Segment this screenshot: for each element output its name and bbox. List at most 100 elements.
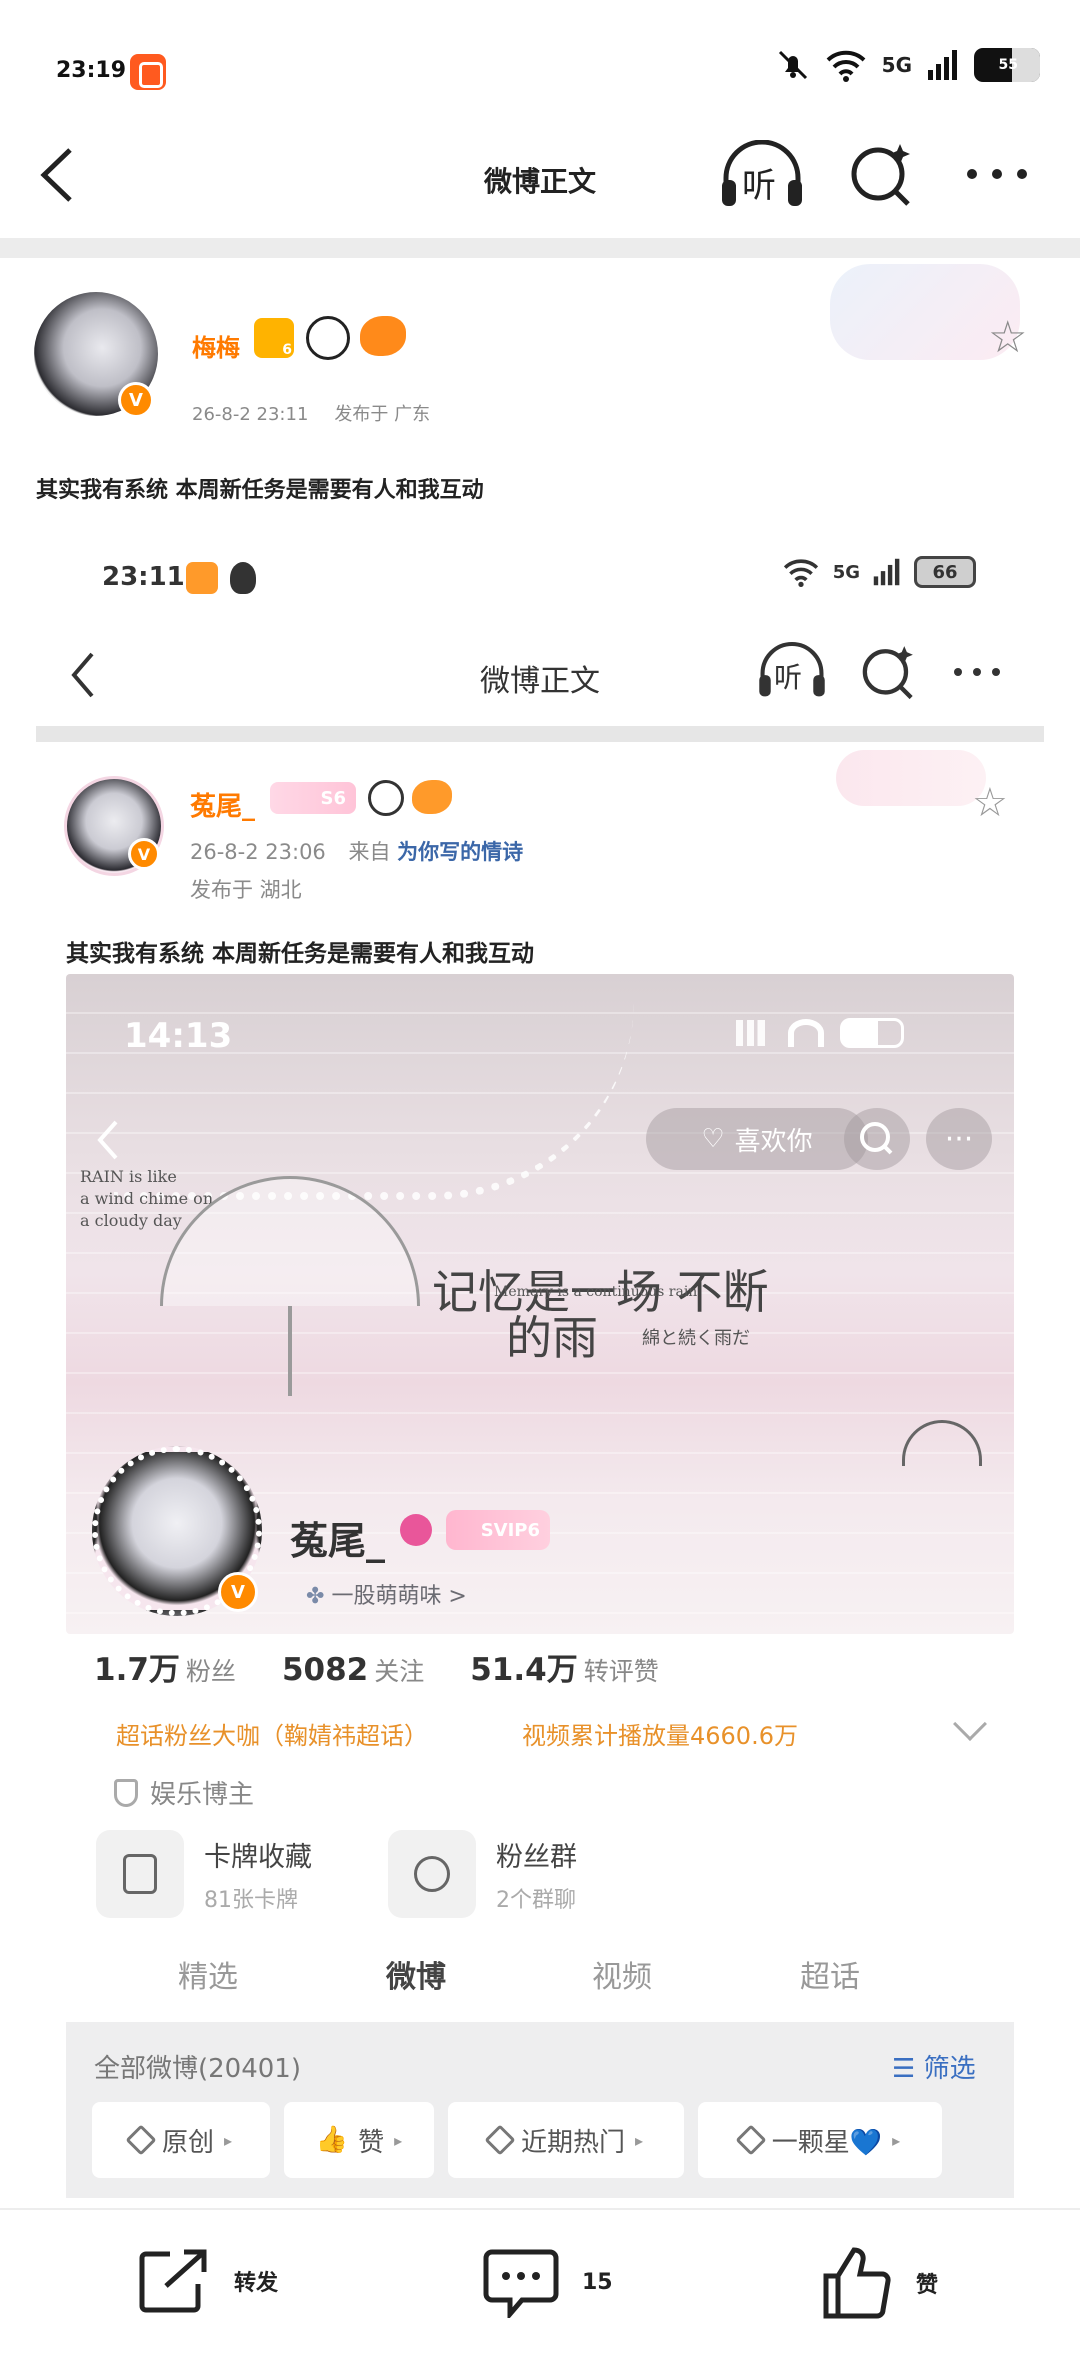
fan-title: 超话粉丝大咖（鞠婧祎超话）: [116, 1722, 428, 1750]
app-notification-icon: [130, 54, 166, 90]
embedded-post-location: 发布于 湖北: [190, 878, 302, 902]
peach-icon: ♡: [701, 1124, 725, 1154]
inner-battery-icon: [840, 1018, 904, 1048]
chip-original: 原创 ▸: [92, 2102, 270, 2178]
repost-icon: [139, 2249, 207, 2313]
inner-status-icons: [736, 1018, 904, 1048]
fish-badge-icon[interactable]: [360, 316, 406, 356]
profile-pin-icon: [400, 1514, 432, 1546]
fan-group: 粉丝群 2个群聊: [388, 1830, 577, 1918]
repost-label: 转发: [234, 2271, 279, 2296]
card-collection-icon: [96, 1830, 184, 1918]
profile-mood: ✤ 一股萌萌味 >: [306, 1584, 467, 1609]
thumb-icon: 👍: [315, 2125, 349, 2155]
chip-one-star: 一颗星💙 ▸: [698, 2102, 942, 2178]
embedded-more-icon: [954, 668, 1000, 676]
embedded-signal-icon: [873, 558, 900, 586]
slogan-line2: 的雨: [506, 1311, 598, 1365]
tab-weibo: 微博: [386, 1960, 446, 1995]
post-date: 26-8-2 23:11: [192, 404, 309, 425]
status-time: 23:19: [56, 58, 127, 83]
repost-button[interactable]: 转发: [136, 2246, 278, 2316]
listen-label: 听: [742, 166, 776, 206]
bottom-bar-divider: [0, 2208, 1080, 2210]
tab-featured: 精选: [178, 1960, 238, 1995]
embedded-verified-badge-icon: V: [128, 838, 160, 870]
favorite-star-icon[interactable]: ☆: [988, 312, 1027, 363]
embedded-author-name: 菟尾_: [190, 792, 256, 822]
inner-status-time: 14:13: [124, 1016, 233, 1056]
inner-signal-icon: [736, 1020, 772, 1046]
panda-badge-icon[interactable]: [306, 316, 350, 360]
embedded-post-date: 26-8-2 23:06: [190, 840, 326, 864]
embedded-decoration: [836, 750, 986, 806]
slogan-english: Memory is a continuous rain: [494, 1284, 698, 1300]
profile-tabs: 精选 微博 视频 超话: [0, 1952, 1080, 2002]
signal-icon: [928, 50, 957, 80]
stat-followers: 1.7万 粉丝: [94, 1652, 236, 1688]
crown-badge-icon[interactable]: 6: [254, 318, 294, 358]
chip-liked: 👍 赞 ▸: [284, 2102, 434, 2178]
post-text: 其实我有系统 本周新任务是需要有人和我互动: [36, 478, 484, 503]
embedded-wifi-icon: [783, 559, 818, 587]
stat-interactions: 51.4万 转评赞: [470, 1652, 659, 1688]
verified-badge-icon: V: [118, 382, 154, 418]
embedded-fish-badge-icon: [412, 780, 452, 814]
qq-icon: [230, 562, 256, 594]
page-title: 微博正文: [483, 165, 596, 198]
embedded-listen-icon: 听: [756, 640, 828, 702]
tab-supertopic: 超话: [800, 1960, 860, 1995]
embedded-source: 为你写的情诗: [397, 840, 524, 864]
embedded-panda-badge-icon: [368, 780, 404, 816]
inner-search-icon: [844, 1108, 910, 1170]
inner-more-icon: ···: [926, 1108, 992, 1170]
shield-icon: [114, 1778, 138, 1807]
all-posts-count: 全部微博(20401): [94, 2054, 301, 2084]
battery-indicator: 55: [974, 48, 1040, 82]
post-location: 发布于 广东: [334, 404, 431, 425]
more-button[interactable]: [962, 164, 1032, 184]
inner-back-icon: [97, 1120, 118, 1160]
play-count: 视频累计播放量4660.6万: [522, 1722, 798, 1750]
profile-category: 娱乐博主: [114, 1774, 254, 1811]
mute-icon: [778, 50, 807, 80]
embedded-page-title: 微博正文: [480, 664, 600, 699]
filter-button: ☰ 筛选: [892, 2054, 976, 2084]
stat-following: 5082 关注: [281, 1652, 425, 1688]
filter-icon: ☰: [892, 2054, 924, 2084]
comment-button[interactable]: 15: [482, 2246, 613, 2318]
section-divider: [0, 238, 1080, 258]
inner-wifi-icon: [788, 1019, 824, 1047]
embedded-star-icon: ☆: [972, 780, 1008, 826]
comment-icon: [483, 2249, 559, 2318]
embedded-source-prefix: 来自: [348, 840, 391, 864]
post-meta: 26-8-2 23:11 发布于 广东: [192, 400, 430, 426]
inner-like-button: ♡ 喜欢你: [646, 1108, 868, 1170]
umbrella-handle: [288, 1306, 292, 1396]
status-icons: 5G 55: [776, 48, 1040, 82]
wifi-icon: [826, 50, 866, 82]
embedded-post-meta: 26-8-2 23:06 来自 为你写的情诗: [190, 836, 523, 866]
clover-icon: ✤: [306, 1584, 332, 1609]
ai-search-button[interactable]: [846, 138, 916, 208]
profile-name: 菟尾_: [290, 1519, 386, 1563]
listen-button[interactable]: 听: [718, 139, 806, 210]
embedded-post-text: 其实我有系统 本周新任务是需要有人和我互动: [66, 941, 535, 967]
like-label: 赞: [916, 2273, 939, 2298]
embedded-status-time: 23:11: [102, 562, 185, 592]
card-collection: 卡牌收藏 81张卡牌: [96, 1830, 312, 1918]
like-button[interactable]: 赞: [818, 2246, 938, 2320]
chevron-down-icon: [953, 1707, 987, 1741]
network-label: 5G: [881, 53, 912, 77]
embedded-divider: [36, 726, 1044, 742]
author-name[interactable]: 梅梅: [192, 328, 240, 363]
tab-video: 视频: [592, 1960, 652, 1995]
embedded-network-label: 5G: [832, 561, 860, 583]
fan-group-icon: [388, 1830, 476, 1918]
profile-stats: 1.7万 粉丝 5082 关注 51.4万 转评赞: [94, 1644, 659, 1689]
embedded-app-icon: [186, 562, 218, 594]
embedded-level-badge: S6: [270, 782, 356, 814]
chip-recent-hot: 近期热门 ▸: [448, 2102, 684, 2178]
embedded-search-icon: [862, 646, 913, 700]
svip-badge: SVIP6: [446, 1510, 550, 1550]
